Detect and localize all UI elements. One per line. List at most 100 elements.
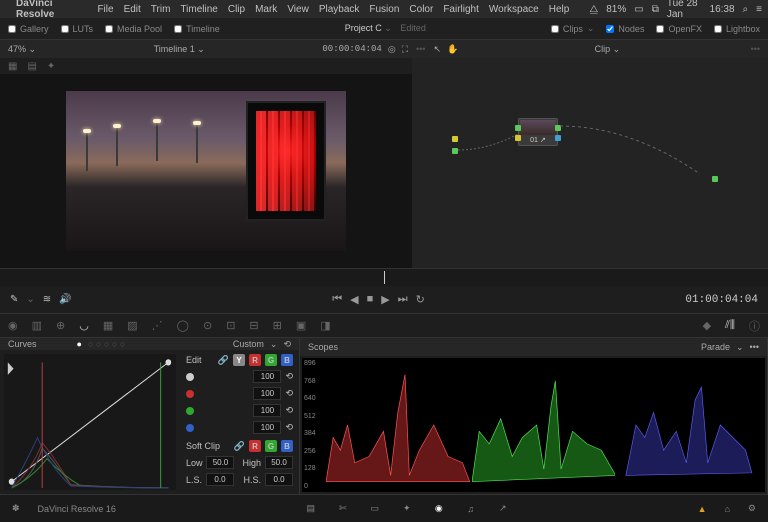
loop-button[interactable]: ↻ bbox=[416, 293, 425, 306]
resolve-logo-icon[interactable]: ✽ bbox=[12, 503, 20, 514]
sizing-icon[interactable]: ⊞ bbox=[273, 319, 282, 332]
keyframe-icon[interactable]: ◆ bbox=[703, 319, 711, 332]
prev-button[interactable]: ◀ bbox=[350, 293, 358, 306]
viewer-canvas[interactable] bbox=[0, 74, 412, 268]
val-blue[interactable] bbox=[253, 421, 281, 434]
viewer-opt-icon[interactable]: ◎ bbox=[388, 44, 396, 55]
warp-icon[interactable]: ▦ bbox=[103, 319, 113, 332]
settings-gear-icon[interactable]: ⚙ bbox=[748, 503, 756, 514]
clips-label[interactable]: Clips bbox=[563, 24, 583, 34]
menu-clip[interactable]: Clip bbox=[228, 4, 245, 15]
mediapool-label[interactable]: Media Pool bbox=[117, 24, 162, 34]
warning-icon[interactable]: ▲ bbox=[698, 504, 707, 514]
wheel-icon[interactable]: ◉ bbox=[8, 319, 18, 332]
scope-display[interactable]: 896 768 640 512 384 256 128 0 bbox=[302, 358, 765, 492]
media-page-icon[interactable]: ▤ bbox=[304, 502, 318, 516]
wand-icon[interactable]: ⋰ bbox=[152, 319, 163, 332]
val-white[interactable] bbox=[253, 370, 281, 383]
chip-g[interactable]: G bbox=[265, 354, 277, 366]
sc-chip-g[interactable]: G bbox=[265, 440, 277, 452]
tracker-icon[interactable]: ⊙ bbox=[203, 319, 212, 332]
menu-view[interactable]: View bbox=[287, 4, 309, 15]
zoom-dropdown[interactable]: 47% ⌄ bbox=[8, 44, 36, 55]
val-red[interactable] bbox=[253, 387, 281, 400]
fairlight-page-icon[interactable]: ♫ bbox=[464, 502, 478, 516]
menu-playback[interactable]: Playback bbox=[319, 4, 360, 15]
val-green[interactable] bbox=[253, 404, 281, 417]
app-menu[interactable]: DaVinci Resolve bbox=[16, 0, 87, 20]
link2-icon[interactable]: 🔗 bbox=[234, 441, 245, 452]
dot-white[interactable] bbox=[186, 373, 194, 381]
play-button[interactable]: ▶ bbox=[381, 293, 389, 306]
blur-icon[interactable]: ⊡ bbox=[226, 319, 235, 332]
viewer-icon-2[interactable]: ▤ bbox=[27, 61, 36, 72]
menu-color[interactable]: Color bbox=[409, 4, 433, 15]
curves-reset-icon[interactable]: ⟲ bbox=[283, 339, 291, 350]
viewer-icon-1[interactable]: ▦ bbox=[8, 61, 17, 72]
luts-label[interactable]: LUTs bbox=[73, 24, 94, 34]
dot-red[interactable] bbox=[186, 390, 194, 398]
deliver-page-icon[interactable]: ↗ bbox=[496, 502, 510, 516]
gallery-toggle[interactable] bbox=[8, 25, 16, 33]
timeline-toggle[interactable] bbox=[174, 25, 182, 33]
clips-toggle[interactable] bbox=[551, 25, 559, 33]
curves-mode[interactable]: Custom bbox=[233, 339, 264, 349]
scrub-bar[interactable] bbox=[0, 268, 768, 286]
transport-timecode[interactable]: 01:00:04:04 bbox=[685, 294, 758, 306]
node-01[interactable]: 01 ↗ bbox=[518, 118, 558, 146]
scopes-more-icon[interactable]: ••• bbox=[750, 342, 759, 352]
menu-workspace[interactable]: Workspace bbox=[489, 4, 539, 15]
chip-y[interactable]: Y bbox=[233, 354, 245, 366]
dot-green[interactable] bbox=[186, 407, 194, 415]
timeline-title[interactable]: Timeline 1 bbox=[154, 44, 195, 54]
3d-icon[interactable]: ▣ bbox=[296, 319, 306, 332]
window-icon[interactable]: ◯ bbox=[177, 319, 189, 332]
hand-icon[interactable]: ✋ bbox=[447, 44, 458, 55]
search-icon[interactable]: ⌕ bbox=[743, 4, 749, 15]
reset-white-icon[interactable]: ⟲ bbox=[285, 371, 293, 382]
viewer-icon-3[interactable]: ✦ bbox=[47, 61, 55, 72]
key-icon[interactable]: ⊟ bbox=[249, 319, 258, 332]
plus-icon[interactable]: ⊕ bbox=[56, 319, 65, 332]
sc-chip-r[interactable]: R bbox=[249, 440, 261, 452]
menu-trim[interactable]: Trim bbox=[151, 4, 171, 15]
first-frame-button[interactable]: ⏮ bbox=[332, 293, 342, 306]
viewer-timecode[interactable]: 00:00:04:04 bbox=[322, 44, 381, 54]
waveform-icon[interactable]: ⫽⫼ bbox=[725, 319, 735, 332]
ls-val[interactable] bbox=[206, 473, 234, 486]
project-name[interactable]: Project C bbox=[345, 23, 382, 33]
node-graph[interactable]: 01 ↗ bbox=[412, 58, 768, 250]
sc-chip-b[interactable]: B bbox=[281, 440, 293, 452]
fusion-page-icon[interactable]: ✦ bbox=[400, 502, 414, 516]
home-icon[interactable]: ⌂ bbox=[724, 504, 729, 514]
mediapool-toggle[interactable] bbox=[105, 25, 113, 33]
menu-help[interactable]: Help bbox=[549, 4, 570, 15]
reset-red-icon[interactable]: ⟲ bbox=[285, 388, 293, 399]
reset-green-icon[interactable]: ⟲ bbox=[285, 405, 293, 416]
lightbox-toggle[interactable] bbox=[714, 25, 722, 33]
openfx-toggle[interactable] bbox=[656, 25, 664, 33]
qualifier-icon[interactable]: ▨ bbox=[127, 319, 137, 332]
menu-mark[interactable]: Mark bbox=[255, 4, 277, 15]
luts-toggle[interactable] bbox=[61, 25, 69, 33]
dot-blue[interactable] bbox=[186, 424, 194, 432]
hs-val[interactable] bbox=[265, 473, 293, 486]
menu-fairlight[interactable]: Fairlight bbox=[443, 4, 479, 15]
gallery-label[interactable]: Gallery bbox=[20, 24, 49, 34]
battery-icon[interactable]: ▭ bbox=[634, 4, 643, 15]
curve-graph[interactable] bbox=[4, 354, 176, 490]
menu-icon[interactable]: ≡ bbox=[756, 4, 762, 15]
link-icon[interactable]: 🔗 bbox=[218, 355, 229, 366]
high-val[interactable] bbox=[265, 456, 293, 469]
nodes-more-icon[interactable]: ••• bbox=[751, 44, 760, 54]
camera-icon[interactable]: ◨ bbox=[320, 319, 330, 332]
nodes-toggle[interactable] bbox=[606, 25, 614, 33]
openfx-label[interactable]: OpenFX bbox=[668, 24, 702, 34]
speaker-icon[interactable]: 🔊 bbox=[59, 294, 71, 305]
curve-icon[interactable]: ◡ bbox=[79, 319, 89, 332]
info-icon[interactable]: ⓘ bbox=[749, 318, 760, 334]
nodes-label[interactable]: Nodes bbox=[618, 24, 644, 34]
reset-blue-icon[interactable]: ⟲ bbox=[285, 422, 293, 433]
expand-icon[interactable]: ⛶ bbox=[402, 44, 408, 55]
lightbox-label[interactable]: Lightbox bbox=[726, 24, 760, 34]
